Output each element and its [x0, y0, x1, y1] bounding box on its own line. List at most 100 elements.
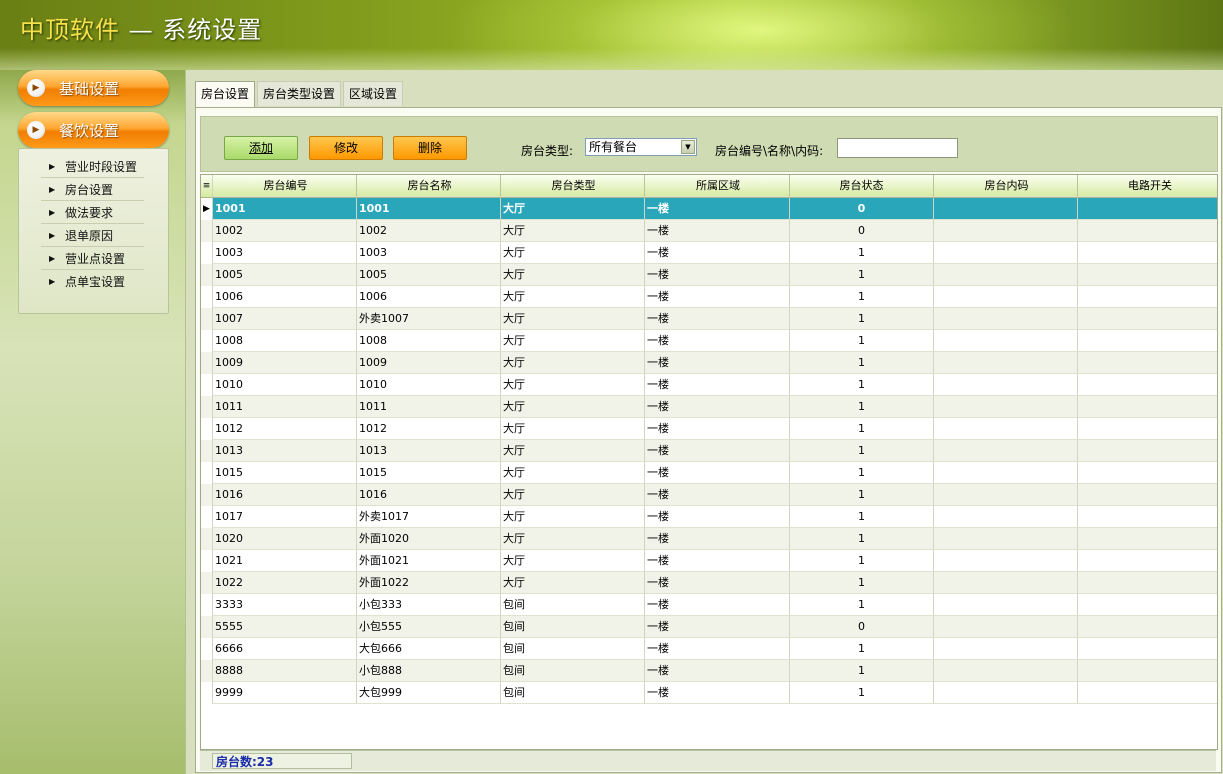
- table-row[interactable]: 5555 小包555 包间 一楼 0: [201, 616, 1217, 638]
- table-cell: 一楼: [645, 506, 790, 528]
- sidebar-item-business-hours[interactable]: ▶ 营业时段设置: [41, 155, 144, 178]
- table-cell: 1: [790, 352, 934, 374]
- tab-area-settings[interactable]: 区域设置: [343, 81, 404, 106]
- bullet-triangle-icon: ▶: [49, 253, 56, 263]
- table-cell: 一楼: [645, 660, 790, 682]
- table-row[interactable]: 1009 1009 大厅 一楼 1: [201, 352, 1217, 374]
- table-cell: 一楼: [645, 462, 790, 484]
- chevron-down-icon[interactable]: ▼: [681, 140, 695, 154]
- sidebar-item-label: 营业点设置: [65, 251, 126, 266]
- table-row[interactable]: 1012 1012 大厅 一楼 1: [201, 418, 1217, 440]
- table-cell: [1078, 242, 1217, 264]
- table-row[interactable]: 1015 1015 大厅 一楼 1: [201, 462, 1217, 484]
- table-cell: 大厅: [501, 352, 645, 374]
- table-cell: [1078, 352, 1217, 374]
- table-cell: 1020: [213, 528, 357, 550]
- table-cell: [1078, 440, 1217, 462]
- table-grid[interactable]: ≡ 房台编号 房台名称 房台类型 所属区域 房台状态 房台内码 电路开关 ▶ 10…: [200, 174, 1218, 750]
- table-cell: 1012: [357, 418, 501, 440]
- table-row[interactable]: 1003 1003 大厅 一楼 1: [201, 242, 1217, 264]
- sidebar-item-order-device[interactable]: ▶ 点单宝设置: [41, 270, 144, 292]
- table-cell: [1078, 286, 1217, 308]
- column-header[interactable]: 房台名称: [357, 175, 501, 197]
- table-cell: 1013: [213, 440, 357, 462]
- row-indicator: [201, 440, 213, 462]
- table-row[interactable]: 1005 1005 大厅 一楼 1: [201, 264, 1217, 286]
- column-header[interactable]: 房台状态: [790, 175, 934, 197]
- search-label: 房台编号\名称\内码:: [715, 144, 824, 158]
- table-cell: 大厅: [501, 308, 645, 330]
- sidebar-section-basic[interactable]: ▶ 基础设置: [18, 70, 169, 106]
- row-indicator: [201, 220, 213, 242]
- table-cell: 大厅: [501, 198, 645, 220]
- table-row[interactable]: 1002 1002 大厅 一楼 0: [201, 220, 1217, 242]
- row-indicator: [201, 462, 213, 484]
- table-row[interactable]: 6666 大包666 包间 一楼 1: [201, 638, 1217, 660]
- sidebar-item-return-reasons[interactable]: ▶ 退单原因: [41, 224, 144, 247]
- table-cell: [934, 418, 1078, 440]
- table-row[interactable]: 1011 1011 大厅 一楼 1: [201, 396, 1217, 418]
- expand-arrow-icon: ▶: [27, 121, 45, 139]
- table-cell: [1078, 418, 1217, 440]
- table-cell: 1: [790, 286, 934, 308]
- column-header[interactable]: 房台编号: [213, 175, 357, 197]
- column-header[interactable]: 房台类型: [501, 175, 645, 197]
- column-header[interactable]: 所属区域: [645, 175, 790, 197]
- table-row[interactable]: 1022 外面1022 大厅 一楼 1: [201, 572, 1217, 594]
- table-cell: 1: [790, 330, 934, 352]
- sidebar-item-business-points[interactable]: ▶ 营业点设置: [41, 247, 144, 270]
- table-row[interactable]: 1020 外面1020 大厅 一楼 1: [201, 528, 1217, 550]
- table-cell: [1078, 396, 1217, 418]
- table-row[interactable]: 1016 1016 大厅 一楼 1: [201, 484, 1217, 506]
- table-cell: 一楼: [645, 242, 790, 264]
- column-header[interactable]: 房台内码: [934, 175, 1078, 197]
- main-panel: 房台设置 房台类型设置 区域设置 添加 修改 删除 房台类型: 所有餐台 ▼ 房…: [185, 70, 1223, 774]
- add-button[interactable]: 添加: [224, 136, 298, 160]
- table-row[interactable]: 1007 外卖1007 大厅 一楼 1: [201, 308, 1217, 330]
- table-cell: 一楼: [645, 198, 790, 220]
- column-header[interactable]: 电路开关: [1078, 175, 1217, 197]
- row-indicator: [201, 550, 213, 572]
- table-type-label: 房台类型:: [521, 144, 574, 158]
- sidebar-item-label: 退单原因: [65, 228, 114, 243]
- table-cell: 外面1022: [357, 572, 501, 594]
- table-cell: 1015: [357, 462, 501, 484]
- table-cell: 1003: [357, 242, 501, 264]
- edit-button[interactable]: 修改: [309, 136, 383, 160]
- table-cell: 一楼: [645, 330, 790, 352]
- tab-table-type-settings[interactable]: 房台类型设置: [257, 81, 342, 106]
- table-cell: 5555: [213, 616, 357, 638]
- table-row[interactable]: 1013 1013 大厅 一楼 1: [201, 440, 1217, 462]
- table-cell: 大厅: [501, 264, 645, 286]
- delete-button[interactable]: 删除: [393, 136, 467, 160]
- table-row[interactable]: ▶ 1001 1001 大厅 一楼 0: [201, 198, 1217, 220]
- sidebar: ▶ 基础设置 ▶ 餐饮设置 ▶ 营业时段设置 ▶ 房台设置 ▶ 做法要求 ▶ 退单原因 …: [18, 70, 169, 314]
- table-type-select[interactable]: 所有餐台 ▼: [585, 138, 697, 156]
- table-row[interactable]: 8888 小包888 包间 一楼 1: [201, 660, 1217, 682]
- search-input[interactable]: [837, 138, 958, 158]
- table-row[interactable]: 9999 大包999 包间 一楼 1: [201, 682, 1217, 704]
- table-cell: 1001: [357, 198, 501, 220]
- bullet-triangle-icon: ▶: [49, 161, 56, 171]
- table-cell: [934, 264, 1078, 286]
- table-cell: [934, 396, 1078, 418]
- table-cell: 一楼: [645, 264, 790, 286]
- sidebar-item-cooking-requests[interactable]: ▶ 做法要求: [41, 201, 144, 224]
- table-row[interactable]: 1017 外卖1017 大厅 一楼 1: [201, 506, 1217, 528]
- header-banner: 中顶软件 — 系统设置: [0, 0, 1223, 70]
- table-cell: 一楼: [645, 528, 790, 550]
- table-row[interactable]: 3333 小包333 包间 一楼 1: [201, 594, 1217, 616]
- row-indicator: [201, 594, 213, 616]
- table-row[interactable]: 1006 1006 大厅 一楼 1: [201, 286, 1217, 308]
- table-cell: 外卖1007: [357, 308, 501, 330]
- tab-table-settings[interactable]: 房台设置: [195, 81, 256, 108]
- table-cell: 1008: [213, 330, 357, 352]
- table-row[interactable]: 1021 外面1021 大厅 一楼 1: [201, 550, 1217, 572]
- table-cell: 外面1020: [357, 528, 501, 550]
- sidebar-section-catering[interactable]: ▶ 餐饮设置: [18, 112, 169, 148]
- sidebar-item-table-settings[interactable]: ▶ 房台设置: [41, 178, 144, 201]
- table-row[interactable]: 1010 1010 大厅 一楼 1: [201, 374, 1217, 396]
- table-cell: 大厅: [501, 242, 645, 264]
- table-cell: [934, 638, 1078, 660]
- table-row[interactable]: 1008 1008 大厅 一楼 1: [201, 330, 1217, 352]
